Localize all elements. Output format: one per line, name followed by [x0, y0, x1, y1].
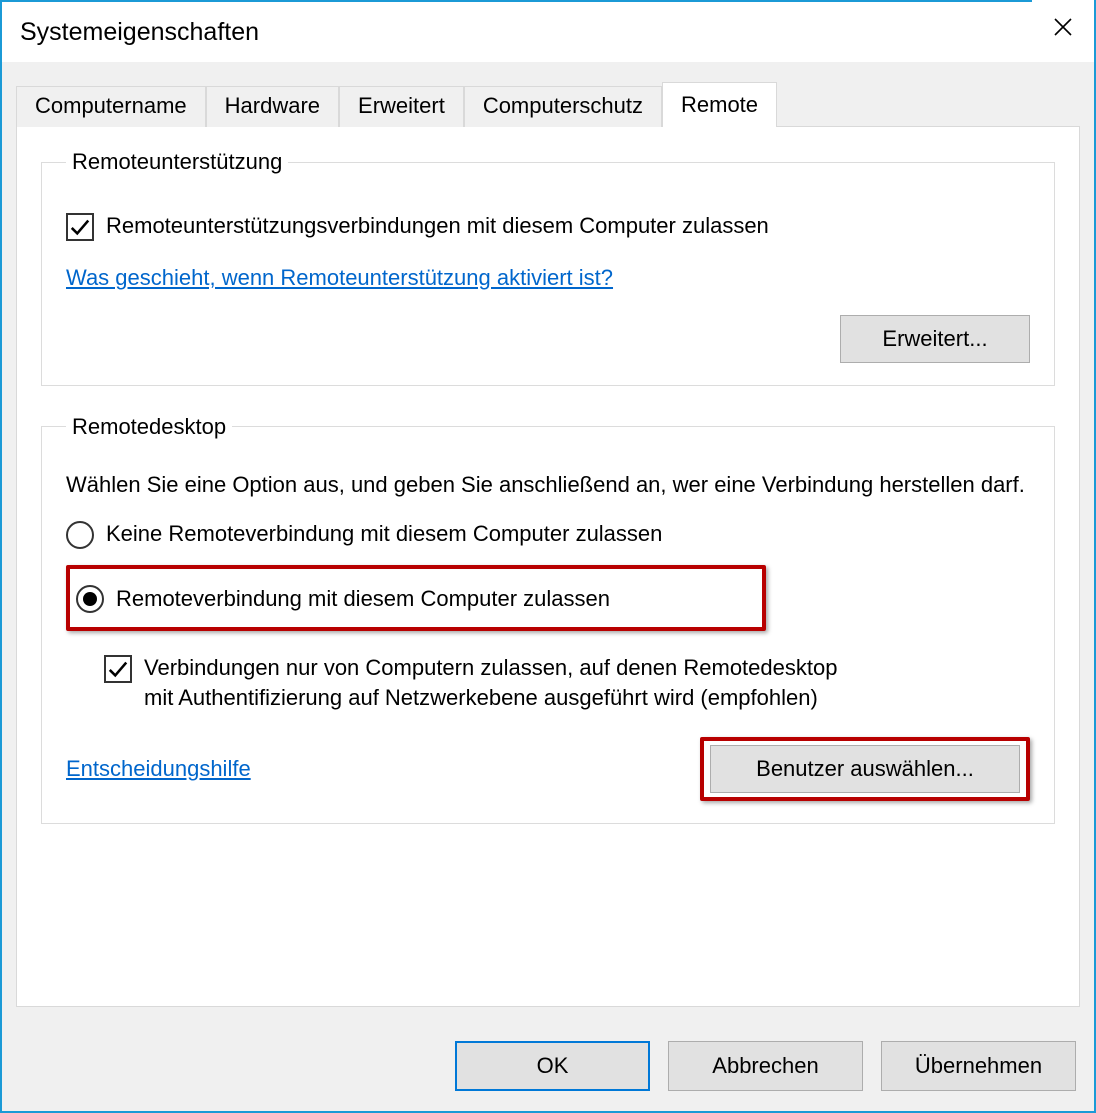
radio-deny-remote-row[interactable]: Keine Remoteverbindung mit diesem Comput…	[66, 519, 1030, 549]
link-remote-assistance-help[interactable]: Was geschieht, wenn Remoteunterstützung …	[66, 263, 613, 293]
select-users-button[interactable]: Benutzer auswählen...	[710, 745, 1020, 793]
tab-computername[interactable]: Computername	[16, 86, 206, 127]
tab-hardware[interactable]: Hardware	[206, 86, 339, 127]
checkbox-nla[interactable]	[104, 655, 132, 683]
checkbox-allow-remote-assistance-label: Remoteunterstützungsverbindungen mit die…	[106, 211, 769, 241]
apply-button[interactable]: Übernehmen	[881, 1041, 1076, 1091]
checkbox-allow-remote-assistance-row[interactable]: Remoteunterstützungsverbindungen mit die…	[66, 211, 1030, 241]
checkbox-nla-row[interactable]: Verbindungen nur von Computern zulassen,…	[104, 653, 1030, 712]
group-remote-assistance-legend: Remoteunterstützung	[66, 149, 288, 175]
radio-deny-remote-label: Keine Remoteverbindung mit diesem Comput…	[106, 519, 662, 549]
highlight-allow-remote: Remoteverbindung mit diesem Computer zul…	[66, 565, 766, 631]
group-remote-assistance: Remoteunterstützung Remoteunterstützungs…	[41, 149, 1055, 386]
tab-remote[interactable]: Remote	[662, 82, 777, 127]
checkbox-nla-label: Verbindungen nur von Computern zulassen,…	[144, 653, 844, 712]
dialog-body: Computername Hardware Erweitert Computer…	[2, 62, 1094, 1021]
close-icon	[1053, 17, 1073, 37]
checkmark-icon	[107, 658, 129, 680]
group-remote-desktop-legend: Remotedesktop	[66, 414, 232, 440]
tab-computerschutz[interactable]: Computerschutz	[464, 86, 662, 127]
radio-allow-remote[interactable]	[76, 585, 104, 613]
window-title: Systemeigenschaften	[20, 18, 259, 47]
tab-erweitert[interactable]: Erweitert	[339, 86, 464, 127]
remote-desktop-intro: Wählen Sie eine Option aus, und geben Si…	[66, 470, 1030, 500]
system-properties-dialog: Systemeigenschaften Computername Hardwar…	[0, 0, 1096, 1113]
cancel-button[interactable]: Abbrechen	[668, 1041, 863, 1091]
radio-allow-remote-label: Remoteverbindung mit diesem Computer zul…	[116, 584, 610, 614]
close-button[interactable]	[1032, 0, 1094, 57]
radio-deny-remote[interactable]	[66, 521, 94, 549]
link-decision-help[interactable]: Entscheidungshilfe	[66, 756, 251, 782]
tabstrip: Computername Hardware Erweitert Computer…	[16, 86, 1080, 127]
checkmark-icon	[69, 216, 91, 238]
tab-content-remote: Remoteunterstützung Remoteunterstützungs…	[16, 126, 1080, 1007]
highlight-select-users: Benutzer auswählen...	[700, 737, 1030, 801]
titlebar: Systemeigenschaften	[2, 2, 1094, 62]
group-remote-desktop: Remotedesktop Wählen Sie eine Option aus…	[41, 414, 1055, 824]
checkbox-allow-remote-assistance[interactable]	[66, 213, 94, 241]
dialog-button-row: OK Abbrechen Übernehmen	[2, 1021, 1094, 1111]
advanced-button[interactable]: Erweitert...	[840, 315, 1030, 363]
ok-button[interactable]: OK	[455, 1041, 650, 1091]
